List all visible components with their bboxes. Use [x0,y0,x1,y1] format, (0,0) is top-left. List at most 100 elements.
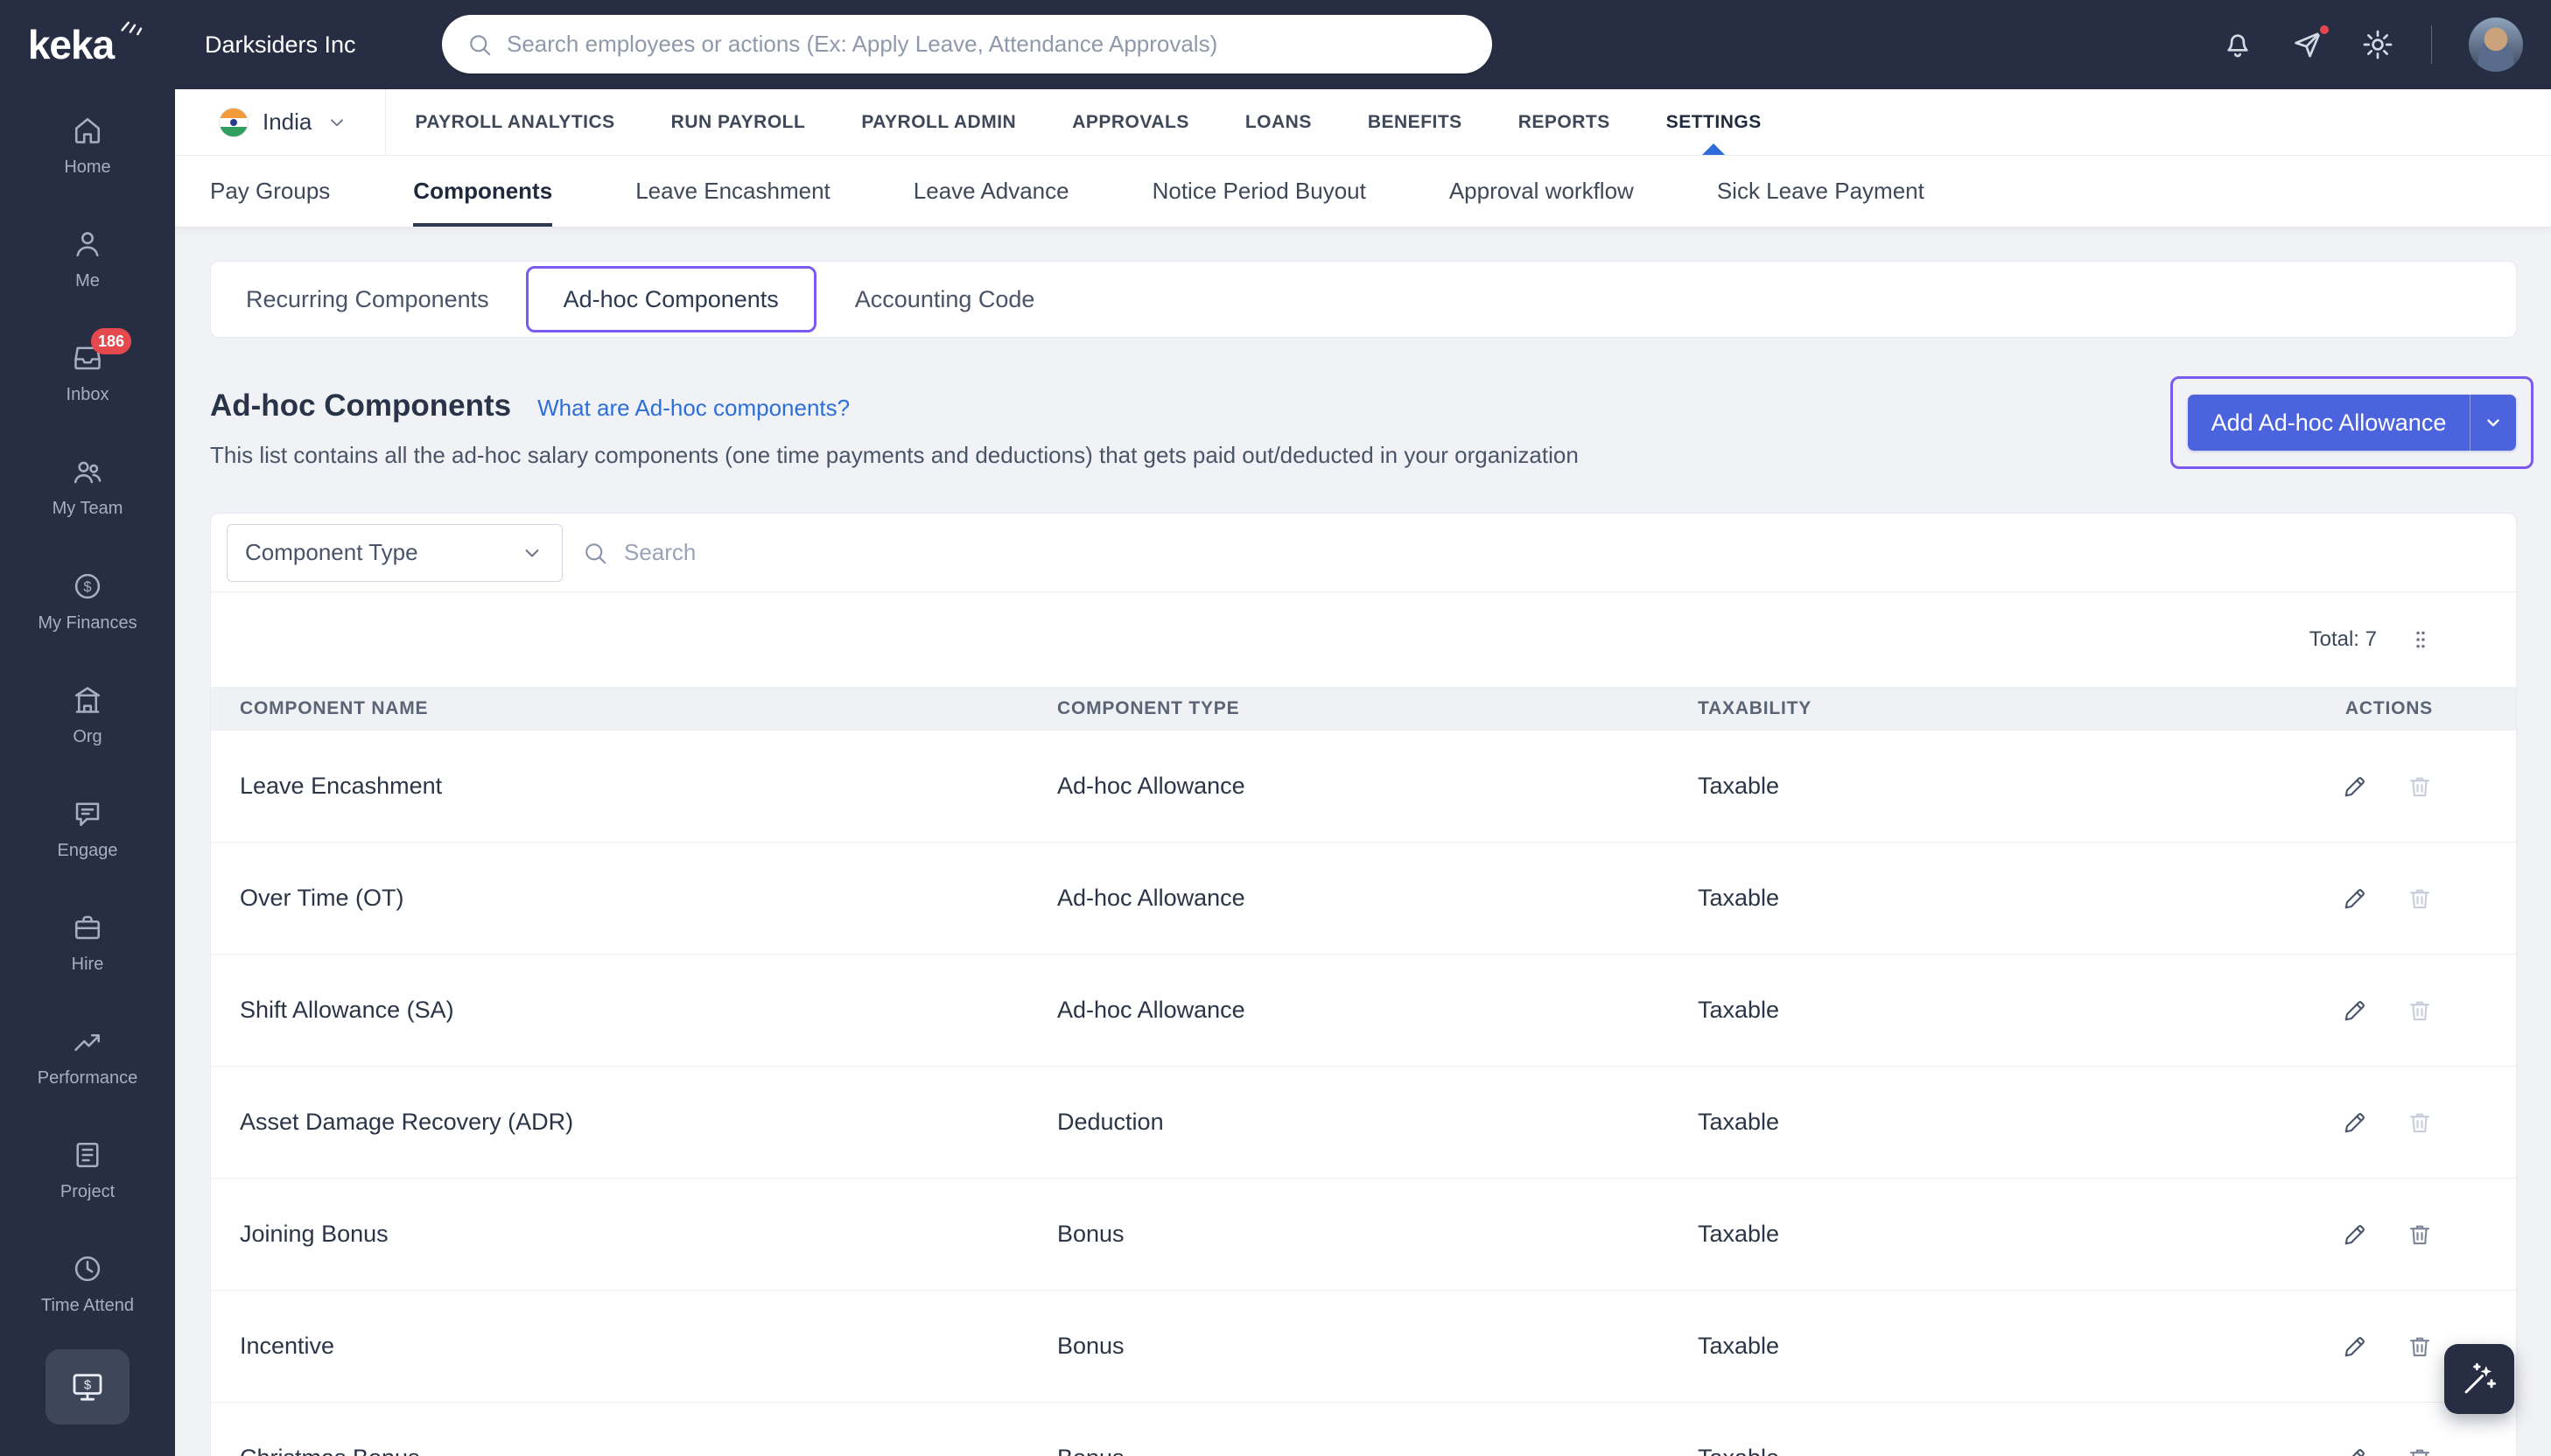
user-avatar[interactable] [2469,18,2523,72]
delete-icon[interactable] [2407,1446,2433,1456]
table-search-input[interactable] [624,539,1062,566]
subtab-notice-period-buyout[interactable]: Notice Period Buyout [1153,156,1366,227]
column-header-actions: ACTIONS [2344,698,2433,718]
component-taxability: Taxable [1698,885,1780,911]
subtab-leave-advance[interactable]: Leave Advance [914,156,1069,227]
sidebar-item-org[interactable]: Org [0,659,175,773]
user-icon [72,228,103,260]
sidebar-item-performance[interactable]: Performance [0,1000,175,1114]
hire-icon [72,912,103,943]
subtab-approval-workflow[interactable]: Approval workflow [1449,156,1634,227]
country-name: India [263,108,312,135]
announcements-rocket-icon[interactable] [2291,23,2331,61]
global-search[interactable] [442,15,1492,74]
country-selector[interactable]: India [175,89,387,155]
tab-ad-hoc-components[interactable]: Ad-hoc Components [564,286,779,313]
total-row: Total: 7 [211,592,2516,687]
keka-logo[interactable]: keka [0,0,175,89]
add-ad-hoc-allowance-button[interactable]: Add Ad-hoc Allowance [2187,395,2470,451]
component-type: Ad-hoc Allowance [1057,773,1245,799]
delete-icon[interactable] [2407,1334,2433,1360]
delete-icon[interactable] [2407,1110,2433,1136]
component-tabs-card: Recurring Components Ad-hoc Components A… [210,261,2517,338]
add-ad-hoc-allowance-caret[interactable] [2470,395,2517,451]
global-search-input[interactable] [507,31,1483,58]
org-icon [72,684,103,716]
column-settings-icon[interactable] [2408,627,2433,652]
component-type: Deduction [1057,1109,1164,1135]
tab-approvals[interactable]: APPROVALS [1072,89,1189,155]
sidebar-item-me[interactable]: Me [0,203,175,317]
delete-icon[interactable] [2407,774,2433,800]
component-name: Joining Bonus [240,1221,389,1247]
annotation-highlight: Add Ad-hoc Allowance [2170,376,2533,469]
subtab-pay-groups[interactable]: Pay Groups [210,156,330,227]
component-taxability: Taxable [1698,1333,1780,1359]
delete-icon[interactable] [2407,998,2433,1024]
topbar: keka Darksiders Inc [0,0,2551,89]
table-header: COMPONENT NAME COMPONENT TYPE TAXABILITY… [211,687,2516,731]
module-nav: India PAYROLL ANALYTICS RUN PAYROLL PAYR… [175,89,2551,156]
edit-icon[interactable] [2342,886,2368,912]
settings-gear-icon[interactable] [2361,28,2394,61]
edit-icon[interactable] [2342,774,2368,800]
edit-icon[interactable] [2342,1334,2368,1360]
tab-loans[interactable]: LOANS [1245,89,1312,155]
ai-assistant-button[interactable] [2444,1344,2514,1414]
component-type-select[interactable]: Component Type [227,523,563,582]
notification-bell-icon[interactable] [2221,28,2254,61]
component-type: Ad-hoc Allowance [1057,885,1245,911]
sidebar-item-my-team[interactable]: My Team [0,430,175,544]
sidebar-item-project[interactable]: Project [0,1114,175,1228]
tab-benefits[interactable]: BENEFITS [1368,89,1462,155]
sidebar-label: Me [75,271,100,291]
subtab-components[interactable]: Components [413,156,552,227]
topbar-divider [2431,25,2432,64]
clock-icon [72,1253,103,1284]
settings-nav: Pay Groups Components Leave Encashment L… [175,156,2551,228]
tab-accounting-code[interactable]: Accounting Code [855,286,1035,313]
delete-icon[interactable] [2407,1222,2433,1248]
sidebar-label: My Finances [38,612,137,633]
sidebar-item-time-attend[interactable]: Time Attend [0,1228,175,1341]
tab-reports[interactable]: REPORTS [1518,89,1610,155]
magic-wand-icon [2461,1361,2498,1397]
component-type-select-label: Component Type [245,539,418,565]
sidebar-item-inbox[interactable]: 186 Inbox [0,317,175,430]
project-icon [72,1139,103,1171]
edit-icon[interactable] [2342,998,2368,1024]
edit-icon[interactable] [2342,1446,2368,1456]
subtab-leave-encashment[interactable]: Leave Encashment [635,156,830,227]
sidebar-item-my-finances[interactable]: My Finances [0,545,175,659]
component-type: Bonus [1057,1221,1125,1247]
finances-icon [72,570,103,602]
module-tabs: PAYROLL ANALYTICS RUN PAYROLL PAYROLL AD… [386,89,1817,155]
edit-icon[interactable] [2342,1222,2368,1248]
engage-icon [72,798,103,830]
tab-payroll-analytics[interactable]: PAYROLL ANALYTICS [415,89,614,155]
tab-run-payroll[interactable]: RUN PAYROLL [671,89,806,155]
subtab-sick-leave-payment[interactable]: Sick Leave Payment [1717,156,1924,227]
help-link[interactable]: What are Ad-hoc components? [537,395,850,422]
table-search[interactable] [582,539,2500,566]
sidebar-item-hire[interactable]: Hire [0,886,175,1000]
edit-icon[interactable] [2342,1110,2368,1136]
sidebar-item-payroll[interactable] [0,1342,175,1456]
tab-recurring-components[interactable]: Recurring Components [246,286,489,313]
tab-settings[interactable]: SETTINGS [1666,89,1762,155]
column-header-taxability: TAXABILITY [1698,698,1812,718]
component-type: Bonus [1057,1445,1698,1456]
performance-icon [72,1026,103,1057]
sidebar-item-home[interactable]: Home [0,89,175,203]
component-name: Incentive [240,1333,335,1359]
chevron-down-icon [520,541,544,565]
payroll-icon [70,1369,105,1404]
india-flag-icon [219,107,249,137]
delete-icon[interactable] [2407,886,2433,912]
notification-dot [2317,23,2331,37]
column-header-component-type: COMPONENT TYPE [1057,698,1240,718]
total-count: Total: 7 [2309,627,2377,651]
sidebar-item-engage[interactable]: Engage [0,773,175,886]
tab-payroll-admin[interactable]: PAYROLL ADMIN [861,89,1016,155]
component-type: Bonus [1057,1333,1125,1359]
